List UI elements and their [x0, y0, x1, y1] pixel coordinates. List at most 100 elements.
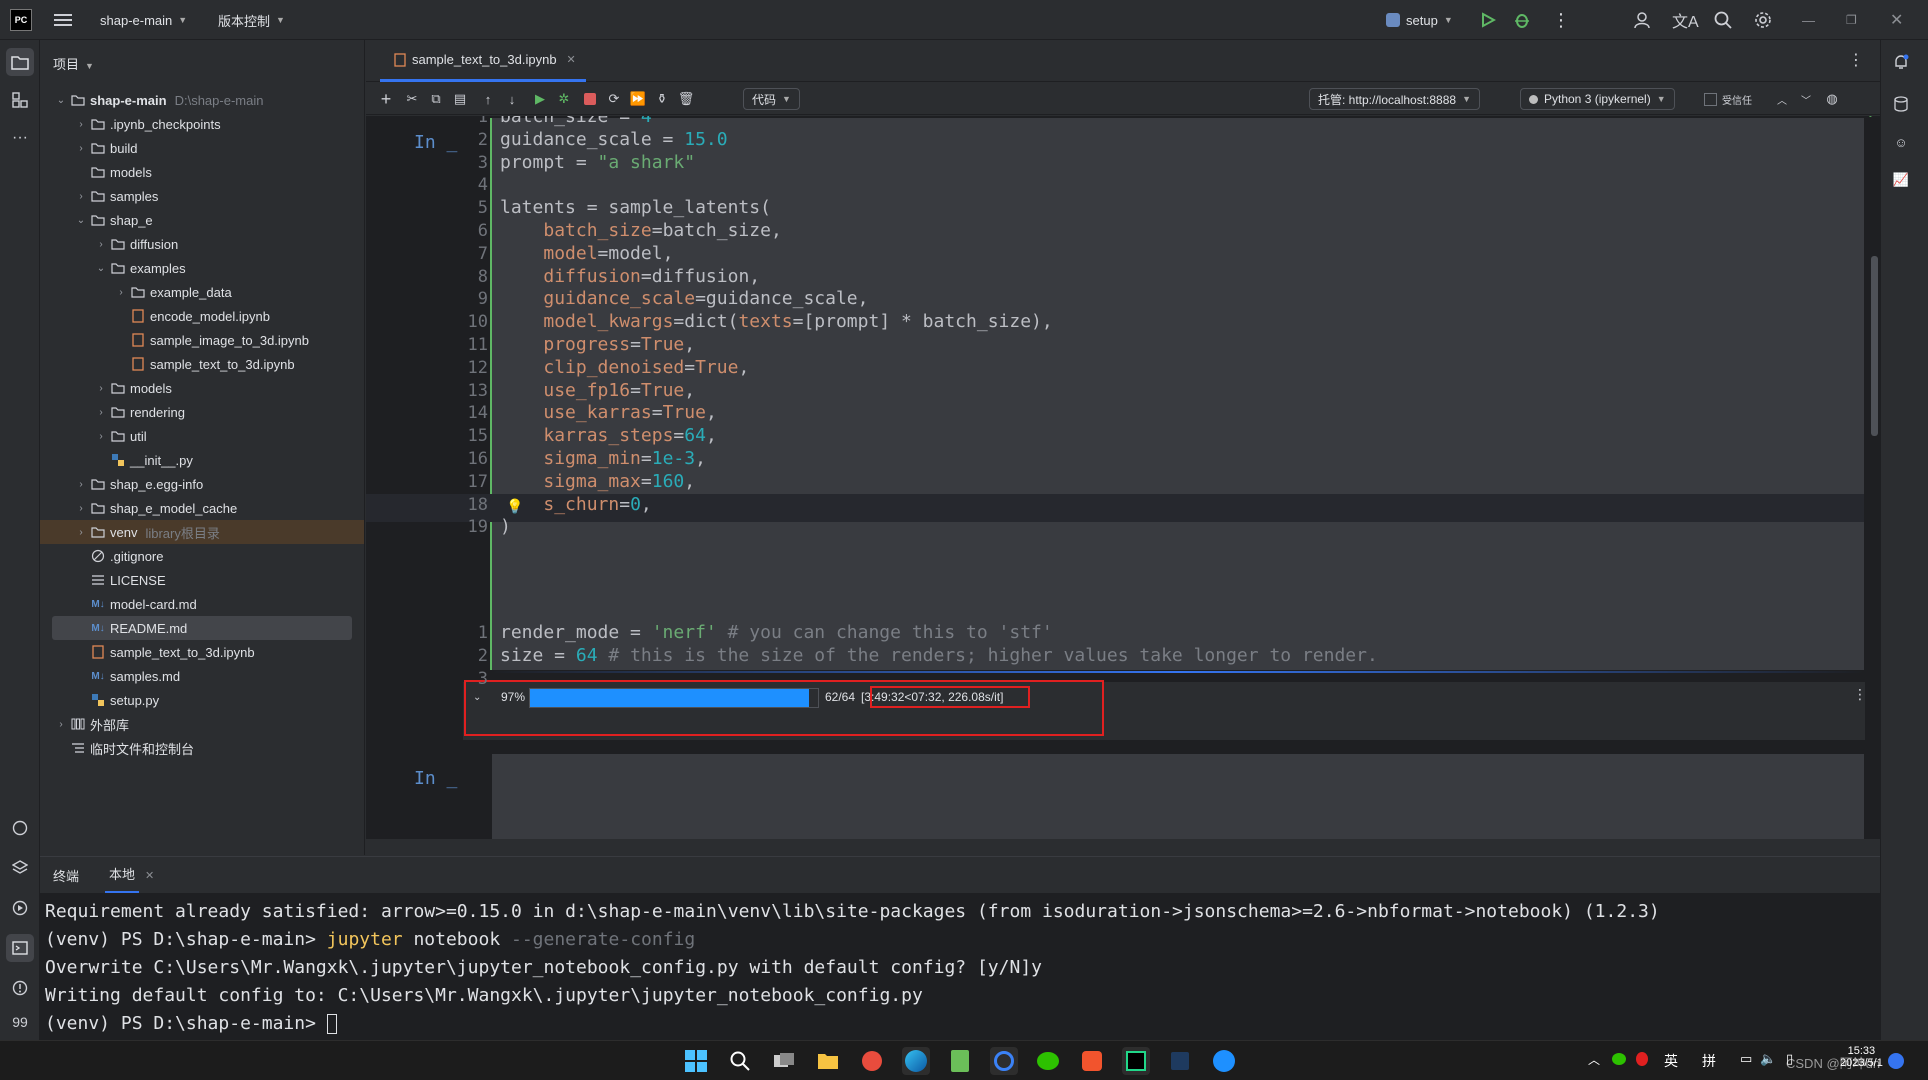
notebook-editor[interactable]: In _ 💡 1 2 3 4 5 6 7 8 9 10 11 12 13 14 15 16 17 18 19 bat…: [366, 116, 1880, 839]
python-packages-button[interactable]: [6, 854, 34, 882]
server-dropdown[interactable]: 托管: http://localhost:8888 ▼: [1309, 88, 1480, 110]
tree-item[interactable]: › diffusion: [40, 232, 365, 256]
kernel-dropdown[interactable]: Python 3 (ipykernel) ▼: [1520, 88, 1675, 110]
code-line[interactable]: prompt = "a shark": [500, 149, 695, 177]
code-line[interactable]: ): [500, 513, 511, 541]
app-dark-icon[interactable]: [1166, 1047, 1194, 1075]
notepad-icon[interactable]: [946, 1047, 974, 1075]
database-button[interactable]: [1887, 90, 1915, 118]
chevron-down-icon[interactable]: ⌄: [94, 263, 108, 274]
chevron-right-icon[interactable]: ›: [54, 719, 68, 730]
network-icon[interactable]: ▭: [1740, 1051, 1752, 1067]
tree-item[interactable]: sample_text_to_3d.ipynb: [40, 640, 365, 664]
tray-qq-icon[interactable]: [1636, 1052, 1648, 1066]
terminal-tool-button[interactable]: [6, 934, 34, 962]
app-orange-icon[interactable]: [1078, 1047, 1106, 1075]
tree-item[interactable]: › 外部库: [40, 712, 365, 736]
app-red-icon[interactable]: [858, 1047, 886, 1075]
wechat-icon[interactable]: [1034, 1047, 1062, 1075]
run-all-icon[interactable]: ⏩: [628, 89, 648, 109]
restore-button[interactable]: ❐: [1846, 0, 1857, 40]
add-cell-icon[interactable]: +: [376, 89, 396, 109]
run-config-selector[interactable]: setup ▼: [1386, 0, 1453, 40]
chevron-right-icon[interactable]: ›: [74, 503, 88, 514]
volume-icon[interactable]: 🔈: [1760, 1051, 1776, 1067]
chevron-down-icon[interactable]: ﹀: [1796, 89, 1816, 109]
chevron-down-icon[interactable]: ⌄: [74, 215, 88, 226]
ime-mode[interactable]: 拼: [1702, 1051, 1716, 1071]
tree-item[interactable]: › build: [40, 136, 365, 160]
search-icon[interactable]: [726, 1047, 754, 1075]
chevron-right-icon[interactable]: ›: [74, 527, 88, 538]
tree-item[interactable]: sample_text_to_3d.ipynb: [40, 352, 365, 376]
chevron-right-icon[interactable]: ›: [94, 383, 108, 394]
tab-sample-text-to-3d[interactable]: sample_text_to_3d.ipynb ✕: [380, 40, 586, 82]
ime-lang[interactable]: 英: [1664, 1051, 1678, 1071]
app-search-icon[interactable]: [990, 1047, 1018, 1075]
more-tools-icon[interactable]: ···: [6, 124, 34, 152]
tree-item[interactable]: › shap_e_model_cache: [40, 496, 365, 520]
app-blue-icon[interactable]: [1210, 1047, 1238, 1075]
edge-browser-icon[interactable]: [902, 1047, 930, 1075]
run-cell-icon[interactable]: ▶: [530, 89, 550, 109]
chevron-right-icon[interactable]: ›: [74, 191, 88, 202]
tree-item[interactable]: 临时文件和控制台: [40, 736, 365, 760]
add-user-button[interactable]: [1634, 0, 1652, 40]
more-actions-icon[interactable]: ⋮: [1552, 0, 1570, 40]
copy-icon[interactable]: ⧉: [426, 89, 446, 109]
chevron-right-icon[interactable]: ›: [114, 287, 128, 298]
vcs-menu[interactable]: 版本控制 ▼: [218, 0, 285, 40]
debug-button[interactable]: [1514, 0, 1530, 40]
tree-item[interactable]: › example_data: [40, 280, 365, 304]
chevron-right-icon[interactable]: ›: [94, 431, 108, 442]
tree-item[interactable]: › shap_e.egg-info: [40, 472, 365, 496]
notification-badge-icon[interactable]: [1888, 1053, 1904, 1069]
project-panel-header[interactable]: 项目 ▼: [53, 54, 94, 73]
tree-item[interactable]: __init__.py: [40, 448, 365, 472]
debug-cell-icon[interactable]: ✲: [554, 89, 574, 109]
run-button[interactable]: [1480, 0, 1496, 40]
output-more-icon[interactable]: ⋮: [1853, 686, 1867, 703]
cut-icon[interactable]: ✂: [402, 89, 422, 109]
version-control-icon[interactable]: 99: [6, 1008, 34, 1036]
terminal-prompt-line[interactable]: (venv) PS D:\shap-e-main>: [45, 1013, 337, 1034]
tree-item[interactable]: M↓ model-card.md: [40, 592, 365, 616]
tree-item[interactable]: › venv library根目录: [40, 520, 364, 544]
chevron-right-icon[interactable]: ›: [74, 119, 88, 130]
close-tab-icon[interactable]: ✕: [567, 53, 576, 66]
main-menu-button[interactable]: [54, 0, 72, 40]
structure-tool-button[interactable]: [6, 86, 34, 114]
tree-item[interactable]: ⌄ shap_e: [40, 208, 365, 232]
cell-type-dropdown[interactable]: 代码 ▼: [743, 88, 800, 110]
stop-icon[interactable]: [580, 89, 600, 109]
delete-cell-icon[interactable]: 🗑: [676, 89, 696, 109]
tree-item[interactable]: › .ipynb_checkpoints: [40, 112, 365, 136]
code-line[interactable]: s_churn=0,: [500, 491, 651, 519]
close-terminal-tab-icon[interactable]: ✕: [145, 869, 154, 882]
move-up-icon[interactable]: ↑: [478, 89, 498, 109]
problems-button[interactable]: [6, 974, 34, 1002]
paste-icon[interactable]: ▤: [450, 89, 470, 109]
tree-item[interactable]: M↓ samples.md: [40, 664, 365, 688]
minimize-button[interactable]: —: [1802, 0, 1815, 40]
tree-item[interactable]: ⌄ examples: [40, 256, 365, 280]
task-view-icon[interactable]: [770, 1047, 798, 1075]
clear-outputs-icon[interactable]: ⚱: [652, 89, 672, 109]
tab-more-icon[interactable]: ⋮: [1848, 50, 1864, 70]
project-switcher[interactable]: shap-e-main ▼: [100, 0, 187, 40]
search-button[interactable]: [1714, 0, 1732, 40]
tree-item[interactable]: .gitignore: [40, 544, 365, 568]
close-window-button[interactable]: ✕: [1890, 0, 1903, 40]
tree-item[interactable]: encode_model.ipynb: [40, 304, 365, 328]
code-line[interactable]: size = 64 # this is the size of the rend…: [500, 642, 1378, 670]
chevron-right-icon[interactable]: ›: [74, 143, 88, 154]
tree-item[interactable]: models: [40, 160, 365, 184]
globe-icon[interactable]: ◍: [1822, 89, 1842, 109]
code-cell-2[interactable]: [492, 754, 1864, 839]
move-down-icon[interactable]: ↓: [502, 89, 522, 109]
tree-item[interactable]: setup.py: [40, 688, 365, 712]
file-explorer-icon[interactable]: [814, 1047, 842, 1075]
chevron-up-icon[interactable]: ︿: [1772, 89, 1792, 109]
settings-button[interactable]: [1754, 0, 1772, 40]
services-button[interactable]: [6, 894, 34, 922]
